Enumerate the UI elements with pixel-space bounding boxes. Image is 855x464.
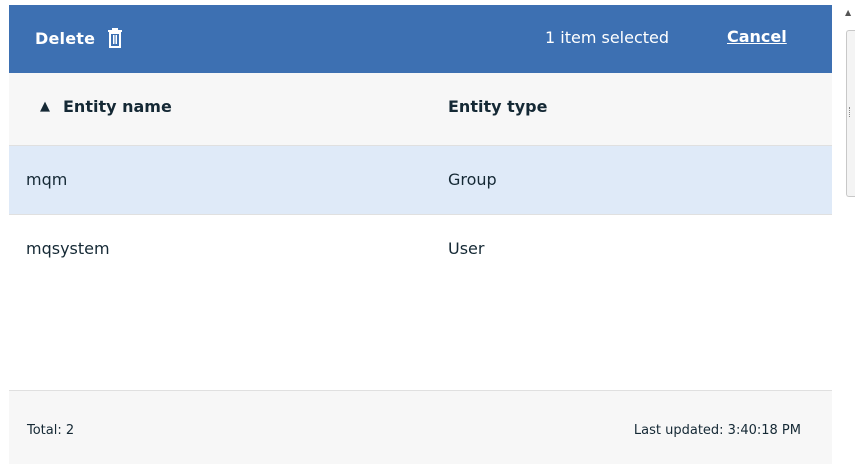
table-row[interactable]: mqm Group [9,146,832,215]
cell-entity-name: mqsystem [26,239,110,258]
table-empty-area [9,283,832,326]
trash-icon [108,28,123,48]
selection-count-text: 1 item selected [545,28,670,47]
grip-icon [849,107,853,117]
table-empty-area [9,361,832,391]
vertical-scrollbar[interactable]: ▲ [843,0,855,200]
cell-entity-name: mqm [26,170,68,189]
last-updated-timestamp: Last updated: 3:40:18 PM [633,423,801,438]
column-header-entity-type[interactable]: Entity type [448,97,547,116]
delete-label: Delete [35,28,96,48]
divider-band [0,321,855,361]
table-header-row: ▲ Entity name Entity type [9,73,832,146]
table-row[interactable]: mqsystem User [9,215,832,284]
cell-entity-type: Group [448,170,497,189]
delete-button[interactable]: Delete [35,27,123,49]
scrollbar-thumb[interactable] [846,30,855,197]
column-header-entity-name[interactable]: ▲ Entity name [40,97,172,116]
cancel-button[interactable]: Cancel [727,27,787,46]
total-count: Total: 2 [27,423,75,438]
batch-action-bar: Delete 1 item selected Cancel [9,5,832,73]
cell-entity-type: User [448,239,485,258]
column-header-label: Entity name [63,97,172,116]
scroll-up-arrow-icon[interactable]: ▲ [845,8,851,17]
table-footer: Total: 2 Last updated: 3:40:18 PM [9,391,832,464]
page: Delete 1 item selected Cancel ▲ Entity n… [0,0,855,464]
sort-ascending-icon: ▲ [40,99,50,114]
